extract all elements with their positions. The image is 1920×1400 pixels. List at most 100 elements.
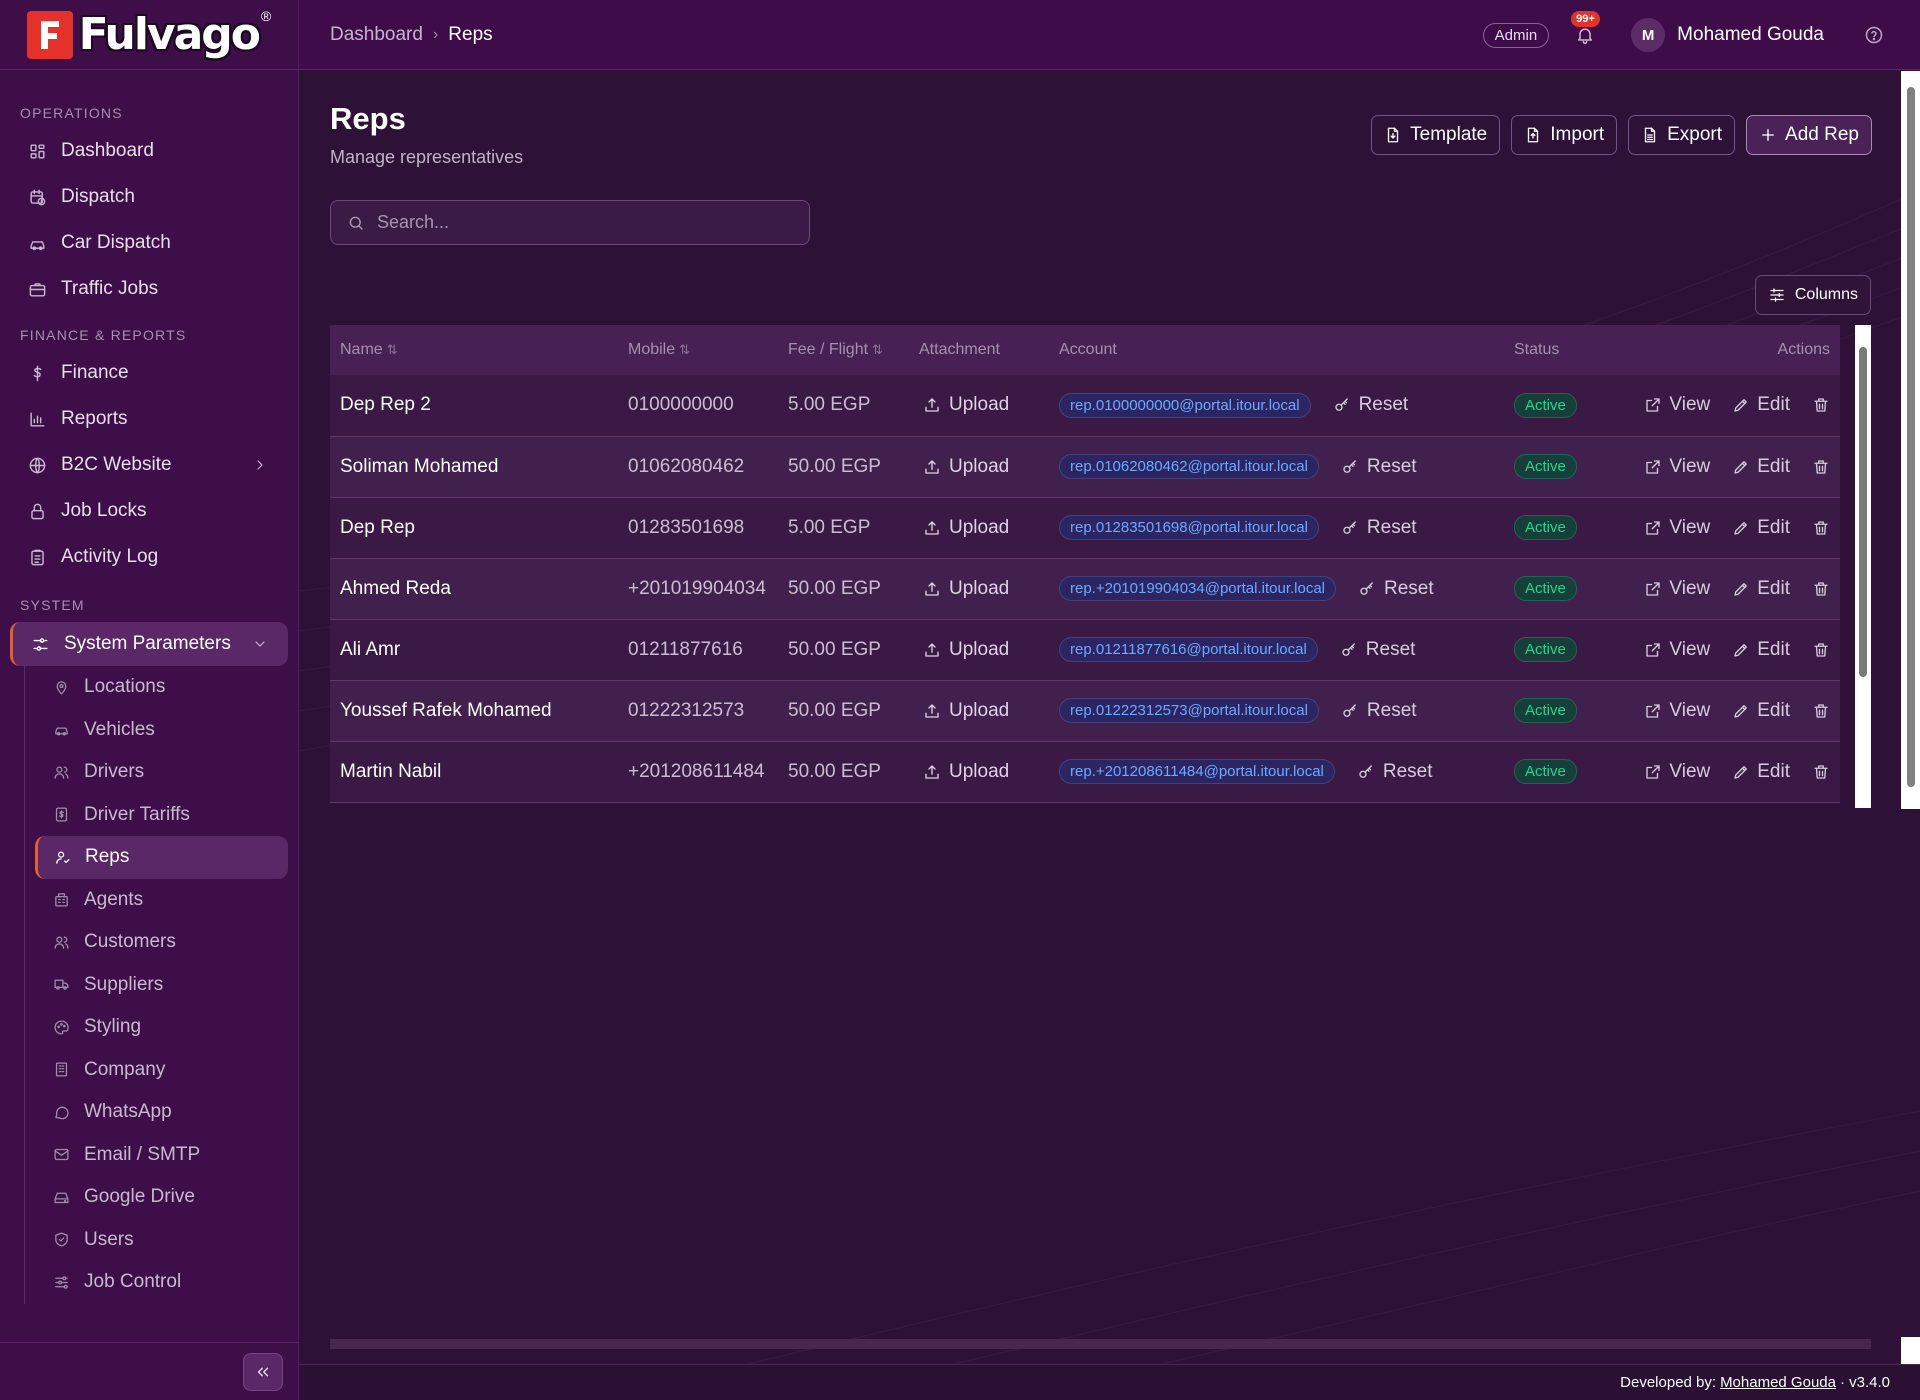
delete-button[interactable] (1812, 763, 1830, 781)
key-icon (1358, 580, 1376, 598)
sidebar-item-styling[interactable]: Styling (25, 1006, 288, 1049)
reset-password-button[interactable]: Reset (1341, 456, 1417, 478)
sidebar-item-drivers[interactable]: Drivers (25, 751, 288, 794)
rep-name: Youssef Rafek Mohamed (340, 699, 552, 721)
sidebar-item-traffic-jobs[interactable]: Traffic Jobs (0, 266, 298, 312)
edit-button[interactable]: Edit (1732, 517, 1790, 539)
upload-label: Upload (949, 699, 1010, 721)
account-email[interactable]: rep.01062080462@portal.itour.local (1059, 454, 1319, 479)
sidebar-item-job-control[interactable]: Job Control (25, 1261, 288, 1304)
export-button[interactable]: Export (1628, 115, 1736, 155)
upload-button[interactable]: Upload (923, 394, 1039, 416)
edit-button[interactable]: Edit (1732, 639, 1790, 661)
add-rep-button[interactable]: Add Rep (1746, 115, 1872, 155)
delete-button[interactable] (1812, 519, 1830, 537)
reset-password-button[interactable]: Reset (1341, 517, 1417, 539)
column-header-mobile[interactable]: Mobile ⇅ (618, 325, 778, 375)
table-vertical-scrollbar[interactable] (1855, 325, 1871, 808)
reset-password-button[interactable]: Reset (1333, 394, 1409, 416)
column-header-name[interactable]: Name ⇅ (330, 325, 618, 375)
upload-button[interactable]: Upload (923, 639, 1039, 661)
sidebar-item-company[interactable]: Company (25, 1049, 288, 1092)
delete-button[interactable] (1812, 702, 1830, 720)
reset-password-button[interactable]: Reset (1357, 761, 1433, 783)
sidebar-item-dashboard[interactable]: Dashboard (0, 128, 298, 174)
logo[interactable]: Fulvago ® (0, 0, 298, 70)
reset-password-button[interactable]: Reset (1341, 700, 1417, 722)
delete-button[interactable] (1812, 641, 1830, 659)
view-button[interactable]: View (1644, 700, 1710, 722)
import-button[interactable]: Import (1511, 115, 1618, 155)
sidebar-item-reps[interactable]: Reps (35, 836, 288, 879)
account-email[interactable]: rep.+201019904034@portal.itour.local (1059, 576, 1336, 601)
sidebar-item-suppliers[interactable]: Suppliers (25, 964, 288, 1007)
sidebar-item-b2c-website[interactable]: B2C Website (0, 442, 298, 488)
view-button[interactable]: View (1644, 578, 1710, 600)
account-email[interactable]: rep.0100000000@portal.itour.local (1059, 392, 1311, 418)
rep-fee: 50.00 EGP (788, 699, 881, 721)
sidebar-item-google-drive[interactable]: Google Drive (25, 1176, 288, 1219)
account-email[interactable]: rep.01283501698@portal.itour.local (1059, 515, 1319, 540)
sidebar-item-dispatch[interactable]: Dispatch (0, 174, 298, 220)
edit-button[interactable]: Edit (1732, 578, 1790, 600)
reset-password-button[interactable]: Reset (1340, 639, 1415, 661)
page-scroll-thumb[interactable] (1907, 87, 1915, 787)
sidebar-item-label: Job Control (84, 1271, 182, 1293)
sidebar-item-activity-log[interactable]: Activity Log (0, 534, 298, 580)
table-row: Ahmed Reda +201019904034 50.00 EGP Upload re… (330, 558, 1840, 619)
search-icon (347, 214, 365, 232)
table-scroll-thumb[interactable] (1859, 347, 1867, 677)
sidebar-item-users[interactable]: Users (25, 1219, 288, 1262)
sidebar-item-job-locks[interactable]: Job Locks (0, 488, 298, 534)
delete-button[interactable] (1812, 458, 1830, 476)
table-horizontal-scrollbar[interactable] (330, 1339, 1871, 1349)
sidebar-item-locations[interactable]: Locations (25, 666, 288, 709)
edit-button[interactable]: Edit (1732, 456, 1790, 478)
sidebar-item-agents[interactable]: Agents (25, 879, 288, 922)
edit-button[interactable]: Edit (1732, 394, 1790, 416)
edit-button[interactable]: Edit (1732, 761, 1790, 783)
sidebar-item-vehicles[interactable]: Vehicles (25, 709, 288, 752)
column-header-fee[interactable]: Fee / Flight ⇅ (778, 325, 909, 375)
sidebar-item-reports[interactable]: Reports (0, 396, 298, 442)
sidebar-item-car-dispatch[interactable]: Car Dispatch (0, 220, 298, 266)
view-button[interactable]: View (1644, 394, 1710, 416)
columns-button[interactable]: Columns (1754, 275, 1871, 315)
account-email[interactable]: rep.01222312573@portal.itour.local (1059, 698, 1319, 723)
sidebar-item-system-parameters[interactable]: System Parameters (10, 622, 288, 666)
reset-password-button[interactable]: Reset (1358, 578, 1434, 600)
footer-author-link[interactable]: Mohamed Gouda (1720, 1374, 1836, 1391)
rep-name: Dep Rep (340, 516, 415, 538)
main-content: Reps Manage representatives Template Imp… (299, 71, 1920, 1400)
delete-button[interactable] (1812, 580, 1830, 598)
sidebar-item-email-smtp[interactable]: Email / SMTP (25, 1134, 288, 1177)
account-email[interactable]: rep.01211877616@portal.itour.local (1059, 637, 1318, 662)
view-button[interactable]: View (1644, 761, 1710, 783)
reset-label: Reset (1358, 394, 1409, 416)
avatar[interactable]: M (1631, 18, 1666, 52)
view-button[interactable]: View (1644, 517, 1710, 539)
collapse-sidebar-button[interactable] (243, 1353, 283, 1391)
page-vertical-scrollbar[interactable] (1901, 71, 1920, 809)
breadcrumb-dashboard-link[interactable]: Dashboard (330, 24, 423, 46)
edit-button[interactable]: Edit (1732, 700, 1790, 722)
delete-button[interactable] (1812, 396, 1830, 414)
upload-button[interactable]: Upload (923, 578, 1039, 600)
notifications-button[interactable]: 99+ (1571, 11, 1600, 45)
upload-button[interactable]: Upload (923, 456, 1039, 478)
template-button[interactable]: Template (1371, 115, 1501, 155)
upload-button[interactable]: Upload (923, 700, 1039, 722)
view-button[interactable]: View (1644, 639, 1710, 661)
view-button[interactable]: View (1644, 456, 1710, 478)
upload-button[interactable]: Upload (923, 761, 1039, 783)
help-icon[interactable] (1864, 25, 1884, 45)
search-input[interactable] (377, 212, 777, 233)
sidebar-item-finance[interactable]: Finance (0, 350, 298, 396)
upload-icon (923, 580, 941, 598)
sidebar-item-customers[interactable]: Customers (25, 921, 288, 964)
account-email[interactable]: rep.+201208611484@portal.itour.local (1059, 759, 1335, 784)
upload-button[interactable]: Upload (923, 517, 1039, 539)
user-name[interactable]: Mohamed Gouda (1677, 24, 1824, 46)
sidebar-item-whatsapp[interactable]: WhatsApp (25, 1091, 288, 1134)
sidebar-item-driver-tariffs[interactable]: Driver Tariffs (25, 794, 288, 837)
